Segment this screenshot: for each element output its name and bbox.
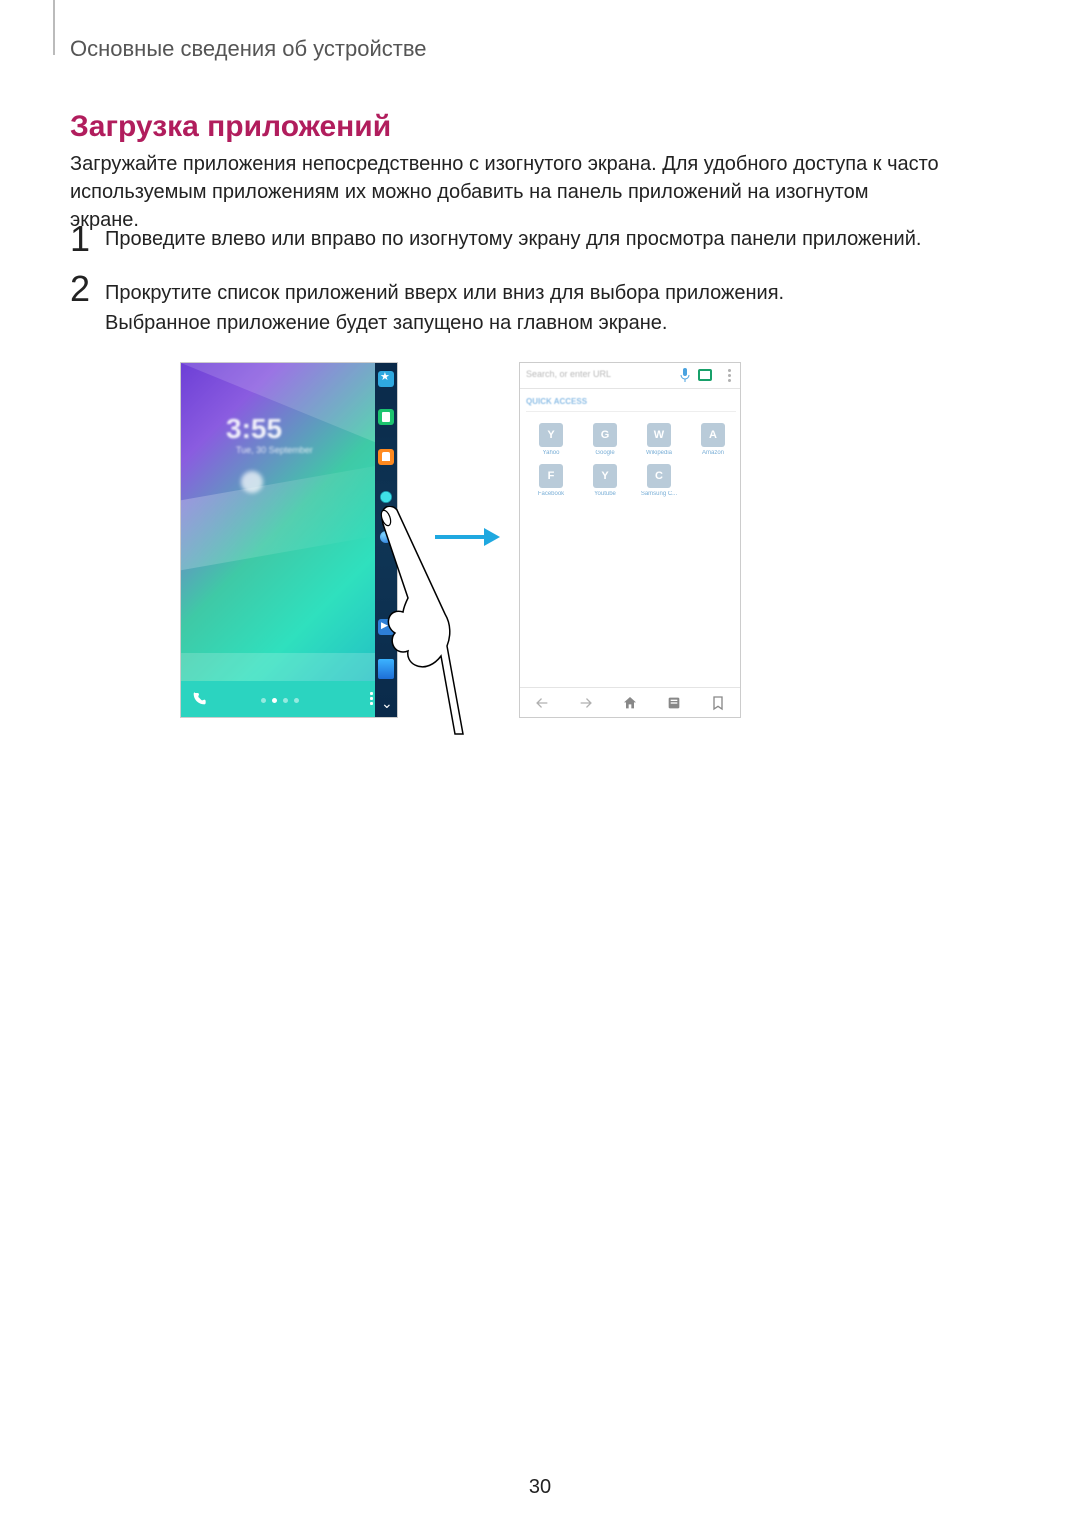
saved-icon [666,695,682,711]
browser-bottom-nav [520,687,740,717]
bookmark-icon [710,695,726,711]
quick-access-label: QUICK ACCESS [526,397,587,406]
mic-icon [680,368,690,382]
divider [526,411,736,412]
step-text-2: Прокрутите список приложений вверх или в… [105,278,935,308]
quick-tile: YYahoo [532,423,570,456]
edge-panel [375,363,397,718]
section-title: Загрузка приложений [70,110,391,144]
clock-date: Tue, 30 September [236,445,313,455]
url-placeholder: Search, or enter URL [526,369,611,379]
swipe-arrow-icon [435,530,500,544]
header-divider [53,0,55,55]
step-text-2b: Выбранное приложение будет запущено на г… [105,312,935,335]
store-icon [378,659,394,679]
expand-icon [378,699,394,715]
contact-icon [378,449,394,465]
phone-icon [191,691,207,707]
globe-icon [378,529,394,545]
weather-icon [378,489,394,505]
back-icon [534,695,550,711]
phone-home-screenshot: 3:55 Tue, 30 September [180,362,398,718]
star-icon [378,371,394,387]
step-number-2: 2 [70,268,90,310]
quick-tile: YYoutube [586,464,624,497]
browser-toolbar: Search, or enter URL [520,363,740,389]
figure: 3:55 Tue, 30 September [180,362,750,722]
forward-icon [578,695,594,711]
weather-icon [241,471,263,493]
page-number: 30 [0,1476,1080,1499]
home-icon [622,695,638,711]
quick-access-grid: YYahoo GGoogle WWikipedia AAmazon FFaceb… [532,423,732,505]
quick-tile: WWikipedia [640,423,678,456]
quick-tile: GGoogle [586,423,624,456]
tabs-icon [698,369,712,381]
step-number-1: 1 [70,218,90,260]
step-text-1: Проведите влево или вправо по изогнутому… [105,228,935,251]
quick-tile: CSamsung C... [640,464,678,497]
search-bar [181,653,377,681]
clock-time: 3:55 [226,413,282,445]
intro-paragraph: Загружайте приложения непосредственно с … [70,150,940,234]
breadcrumb: Основные сведения об устройстве [70,36,427,62]
book-icon [378,409,394,425]
more-icon [728,367,732,383]
quick-tile: AAmazon [694,423,732,456]
browser-screenshot: Search, or enter URL QUICK ACCESS YYahoo… [519,362,741,718]
page-indicator [261,698,301,704]
quick-tile: FFacebook [532,464,570,497]
play-icon [378,619,394,635]
